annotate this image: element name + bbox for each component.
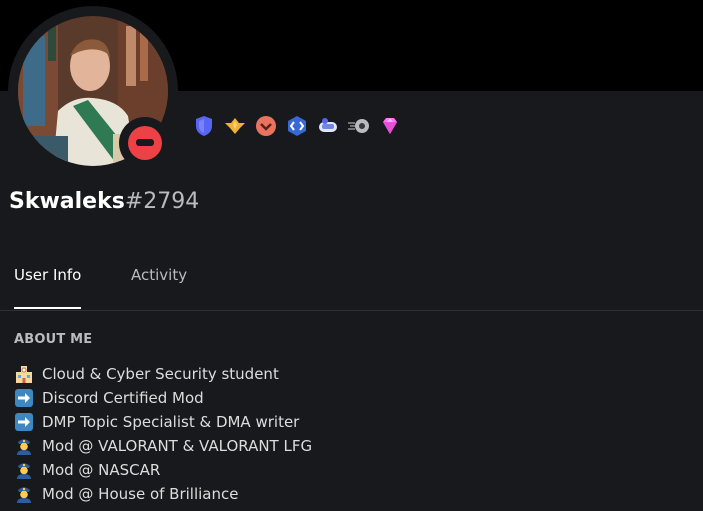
- moderator-programs-alumni-badge-icon[interactable]: [192, 114, 216, 138]
- tab-activity[interactable]: Activity: [131, 263, 187, 287]
- server-boost-gem-badge-icon[interactable]: [378, 114, 402, 138]
- about-me-text: Discord Certified Mod: [42, 389, 204, 407]
- about-me-text: Mod @ VALORANT & VALORANT LFG: [42, 437, 313, 455]
- about-me-item: Mod @ NASCAR: [14, 458, 312, 482]
- police-officer-emoji-icon: [14, 436, 34, 456]
- username-discriminator: #2794: [124, 189, 200, 214]
- badge-list: [192, 114, 402, 138]
- about-me-text: Mod @ NASCAR: [42, 461, 161, 479]
- about-me-text: Cloud & Cyber Security student: [42, 365, 279, 383]
- tabs-divider: [0, 310, 703, 311]
- nitro-boost-badge-icon[interactable]: [347, 114, 371, 138]
- about-me-text: Mod @ House of Brilliance: [42, 485, 239, 503]
- username-name: Skwaleks: [9, 189, 125, 214]
- about-me-heading: ABOUT ME: [14, 332, 93, 347]
- do-not-disturb-bar: [136, 139, 154, 146]
- active-tab-indicator: [14, 307, 81, 309]
- school-emoji-icon: [14, 364, 34, 384]
- username: Skwaleks#2794: [9, 188, 199, 216]
- about-me-text: DMP Topic Specialist & DMA writer: [42, 413, 300, 431]
- about-me-item: Mod @ VALORANT & VALORANT LFG: [14, 434, 312, 458]
- police-officer-emoji-icon: [14, 484, 34, 504]
- about-me-item: Mod @ House of Brilliance: [14, 482, 312, 506]
- police-officer-emoji-icon: [14, 460, 34, 480]
- hypesquad-bravery-badge-icon[interactable]: [223, 114, 247, 138]
- early-supporter-badge-icon[interactable]: [316, 114, 340, 138]
- active-developer-badge-icon[interactable]: [285, 114, 309, 138]
- bug-hunter-badge-icon[interactable]: [254, 114, 278, 138]
- arrow-right-emoji-icon: [14, 388, 34, 408]
- about-me-list: Cloud & Cyber Security student Discord C…: [14, 362, 312, 506]
- about-me-item: Discord Certified Mod: [14, 386, 312, 410]
- tab-user-info[interactable]: User Info: [14, 263, 81, 287]
- about-me-item: Cloud & Cyber Security student: [14, 362, 312, 386]
- about-me-item: DMP Topic Specialist & DMA writer: [14, 410, 312, 434]
- arrow-right-emoji-icon: [14, 412, 34, 432]
